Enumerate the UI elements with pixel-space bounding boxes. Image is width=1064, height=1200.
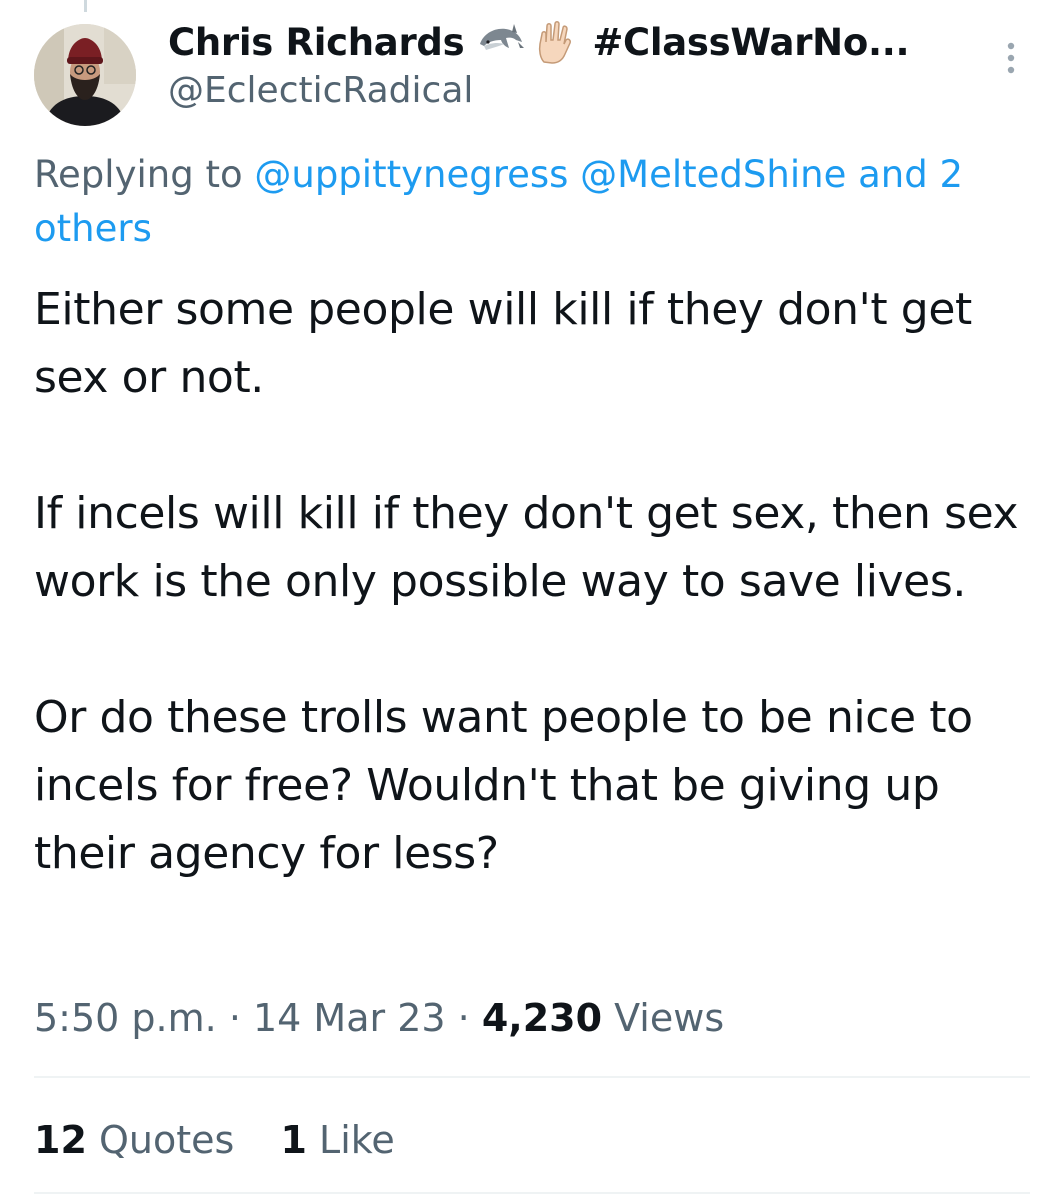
avatar-image xyxy=(34,24,136,126)
quotes-stat[interactable]: 12 Quotes xyxy=(34,1118,234,1162)
reply-mention-meltedshine[interactable]: @MeltedShine xyxy=(580,153,846,196)
quotes-count: 12 xyxy=(34,1118,87,1162)
likes-stat[interactable]: 1 Like xyxy=(281,1118,395,1162)
views-count: 4,230 xyxy=(481,996,603,1040)
likes-count: 1 xyxy=(280,1118,307,1162)
name-hashtag-suffix: #ClassWarNo... xyxy=(592,20,910,64)
replying-to-line: Replying to @uppittynegress @MeltedShine… xyxy=(34,148,1034,256)
divider xyxy=(34,1192,1030,1194)
likes-label: Like xyxy=(319,1118,395,1162)
vulcan-salute-icon xyxy=(534,18,574,66)
author-handle[interactable]: @EclecticRadical xyxy=(168,70,473,111)
more-options-icon[interactable] xyxy=(996,38,1026,82)
views-label: Views xyxy=(614,996,725,1040)
tweet-metadata: 5:50 p.m. · 14 Mar 23 · 4,230 Views xyxy=(34,990,724,1046)
meta-separator: · xyxy=(457,996,470,1040)
reply-mention-uppittynegress[interactable]: @uppittynegress xyxy=(254,153,568,196)
divider xyxy=(34,1076,1030,1078)
tweet-text: Either some people will kill if they don… xyxy=(34,284,1019,879)
dolphin-icon xyxy=(476,18,526,66)
avatar[interactable] xyxy=(34,24,136,126)
tweet-time[interactable]: 5:50 p.m. xyxy=(34,996,217,1040)
display-name[interactable]: Chris Richards xyxy=(168,21,465,64)
reply-and-label[interactable]: and xyxy=(858,153,928,196)
thread-connector-line xyxy=(84,0,87,12)
author-name-row[interactable]: Chris Richards #ClassWarNo... xyxy=(168,16,910,68)
tweet-date[interactable]: 14 Mar 23 xyxy=(253,996,446,1040)
replying-to-label: Replying to xyxy=(34,153,243,196)
engagement-stats: 12 Quotes 1 Like xyxy=(34,1112,395,1168)
quotes-label: Quotes xyxy=(98,1118,235,1162)
meta-separator: · xyxy=(228,996,241,1040)
